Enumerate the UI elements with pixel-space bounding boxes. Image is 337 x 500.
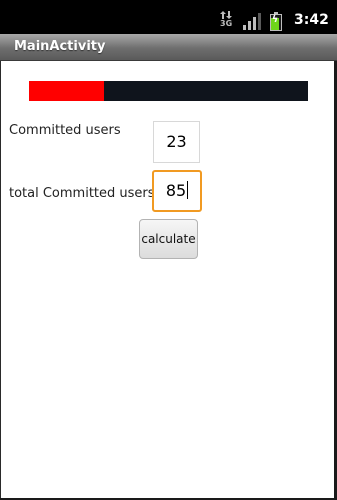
3g-data-icon: 3G <box>220 11 232 29</box>
calculate-button[interactable]: calculate <box>139 219 198 259</box>
total-committed-users-field[interactable]: 85 <box>152 170 202 212</box>
committed-users-label: Committed users <box>9 123 121 138</box>
frame-edge-left <box>0 61 1 500</box>
phone-screen: 3G ϟ 3:42 MainActivity Committed users 2… <box>0 0 337 500</box>
total-committed-users-label: total Committed users <box>9 186 155 201</box>
app-title-bar: MainActivity <box>0 34 337 61</box>
signal-strength-icon <box>243 13 261 30</box>
total-committed-users-value: 85 <box>165 181 187 200</box>
committed-users-field[interactable]: 23 <box>153 121 200 163</box>
network-type-label: 3G <box>220 19 233 28</box>
status-bar: 3G ϟ 3:42 <box>0 0 337 34</box>
data-arrows-icon <box>220 11 232 19</box>
status-clock: 3:42 <box>294 12 329 28</box>
text-cursor <box>187 181 189 199</box>
activity-content: Committed users 23 total Committed users… <box>0 61 337 500</box>
progress-bar-fill <box>29 81 105 101</box>
app-title: MainActivity <box>14 39 106 54</box>
progress-bar <box>29 81 308 101</box>
committed-users-value: 23 <box>166 132 187 151</box>
battery-charging-icon: ϟ <box>270 12 282 31</box>
